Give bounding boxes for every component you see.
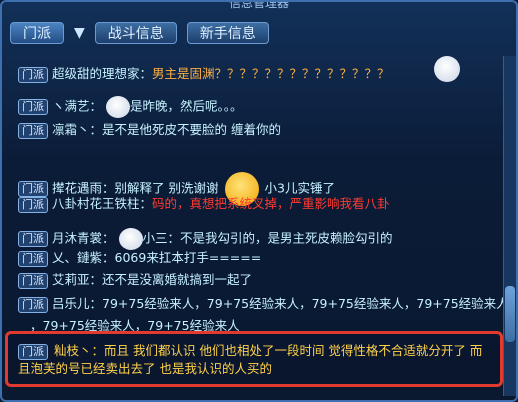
sender-name[interactable]: 乂、鏈紫：	[52, 250, 115, 265]
sender-name[interactable]: 吕乐儿：	[52, 296, 102, 311]
message-text: 79+75经验来人，79+75经验来人，79+75经验来人，79+75经验来人	[102, 296, 509, 311]
sender-name[interactable]: 籼枝丶：	[54, 343, 104, 358]
scrollbar[interactable]	[503, 56, 516, 396]
sender-name[interactable]: 凛霜丶：	[52, 122, 102, 137]
sender-name[interactable]: 撵花遇雨：	[52, 181, 115, 196]
channel-badge[interactable]: 门派	[18, 196, 48, 213]
channel-tabs: 门派 ▼ 战斗信息 新手信息	[10, 20, 269, 46]
sender-name[interactable]: ヽ满艺：	[52, 99, 102, 114]
sender-name[interactable]: 超级甜的理想家：	[52, 66, 152, 81]
highlighted-message: 门派 籼枝丶：而且 我们都认识 他们也相处了一段时间 觉得性格不合适就分开了 而且…	[5, 331, 503, 387]
tab-battle-info[interactable]: 战斗信息	[94, 22, 177, 44]
message-text: 码的，真想把系统叉掉，严重影响我看八卦	[152, 196, 390, 211]
channel-badge[interactable]: 门派	[18, 296, 48, 313]
chat-message: 门派 艾莉亚：还不是没离婚就搞到一起了	[18, 272, 498, 289]
tab-newbie-info[interactable]: 新手信息	[186, 22, 269, 44]
message-text: 别解释了 别洗谢谢	[114, 180, 219, 196]
message-text: 是昨晚，然后呢。。。	[130, 98, 243, 114]
channel-badge[interactable]: 门派	[18, 99, 48, 115]
channel-badge[interactable]: 门派	[18, 181, 48, 197]
channel-badge[interactable]: 门派	[18, 343, 48, 360]
message-text: 还不是没离婚就搞到一起了	[102, 272, 253, 287]
sender-name[interactable]: 八卦村花王铁柱：	[52, 196, 152, 211]
chat-message: 门派 八卦村花王铁柱：码的，真想把系统叉掉，严重影响我看八卦	[18, 196, 498, 213]
ghost-emote	[434, 56, 460, 82]
channel-badge[interactable]: 门派	[18, 66, 48, 83]
channel-badge[interactable]: 门派	[18, 250, 48, 267]
message-text: 6069来扛本打手=====	[114, 250, 262, 265]
window-title: 信息管理器	[228, 0, 289, 10]
message-text: 男主是固渊？？？？？？？？？？？？？？	[152, 66, 390, 81]
scrollbar-thumb[interactable]	[505, 286, 515, 342]
chat-message: 门派 ヽ满艺： 是昨晚，然后呢。。。	[18, 96, 498, 118]
channel-badge[interactable]: 门派	[18, 122, 48, 139]
channel-badge[interactable]: 门派	[18, 231, 48, 247]
channel-badge[interactable]: 门派	[18, 272, 48, 289]
tab-menpai[interactable]: 门派	[10, 22, 64, 44]
sender-name[interactable]: 艾莉亚：	[52, 272, 102, 287]
message-text: 是不是他死皮不要脸的 缠着你的	[102, 122, 281, 137]
chat-message: 门派 乂、鏈紫：6069来扛本打手=====	[18, 250, 498, 267]
sender-name[interactable]: 月沐青裳：	[52, 231, 115, 246]
message-text: 小3儿实锤了	[264, 180, 335, 196]
chat-window: 信息管理器 门派 ▼ 战斗信息 新手信息 门派 超级甜的理想家：男主是固渊？？？？…	[0, 0, 518, 402]
cry-emote	[118, 228, 143, 250]
ghost-emote	[106, 96, 131, 118]
chat-message: 门派 超级甜的理想家：男主是固渊？？？？？？？？？？？？？？	[18, 66, 498, 83]
dropdown-caret-icon[interactable]: ▼	[74, 25, 85, 41]
highlighted-message-body: 门派 籼枝丶：而且 我们都认识 他们也相处了一段时间 觉得性格不合适就分开了 而且…	[18, 342, 494, 377]
chat-message: 门派 吕乐儿：79+75经验来人，79+75经验来人，79+75经验来人，79+7…	[18, 296, 509, 313]
chat-message: 门派 月沐青裳： 小三：不是我勾引的，是男主死皮赖脸勾引的	[18, 228, 498, 250]
chat-message: 门派 凛霜丶：是不是他死皮不要脸的 缠着你的	[18, 122, 498, 139]
message-text: 小三：不是我勾引的，是男主死皮赖脸勾引的	[142, 230, 393, 246]
